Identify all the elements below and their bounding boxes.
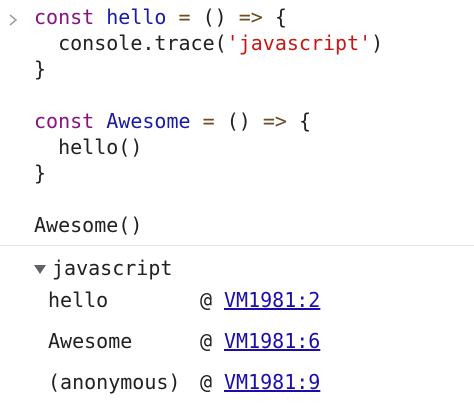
frame-source-link[interactable]: VM1981:2 [224, 286, 320, 314]
code-line-1: const hello = () => { [34, 5, 287, 29]
code-line-6: hello() [58, 135, 143, 159]
code-line-5: const Awesome = () => { [34, 109, 312, 133]
code-line-7: } [34, 161, 47, 185]
message-divider [0, 245, 474, 246]
code-line-2: console.trace('javascript') [58, 31, 384, 55]
stack-frame: (anonymous) @ VM1981:9 [48, 368, 320, 396]
trace-toggle[interactable]: javascript [34, 254, 172, 282]
triangle-down-icon[interactable] [34, 264, 46, 274]
stack-frame: Awesome @ VM1981:6 [48, 327, 320, 355]
frame-at-sign: @ [200, 329, 213, 353]
frame-at-sign: @ [200, 288, 213, 312]
devtools-console: const hello = () => { console.trace('jav… [0, 0, 474, 410]
frame-function-name: (anonymous) [48, 370, 181, 394]
frame-function-name: hello [48, 288, 109, 312]
frame-function-name: Awesome [48, 329, 133, 353]
frame-at-sign: @ [200, 370, 213, 394]
stack-frame: hello @ VM1981:2 [48, 286, 320, 314]
frame-source-link[interactable]: VM1981:6 [224, 327, 320, 355]
code-line-9: Awesome() [34, 213, 143, 237]
console-input-code[interactable]: const hello = () => { console.trace('jav… [34, 4, 464, 238]
frame-source-link[interactable]: VM1981:9 [224, 368, 320, 396]
trace-title: javascript [52, 256, 173, 280]
code-line-3: } [34, 57, 47, 81]
chevron-right-icon [8, 11, 18, 29]
